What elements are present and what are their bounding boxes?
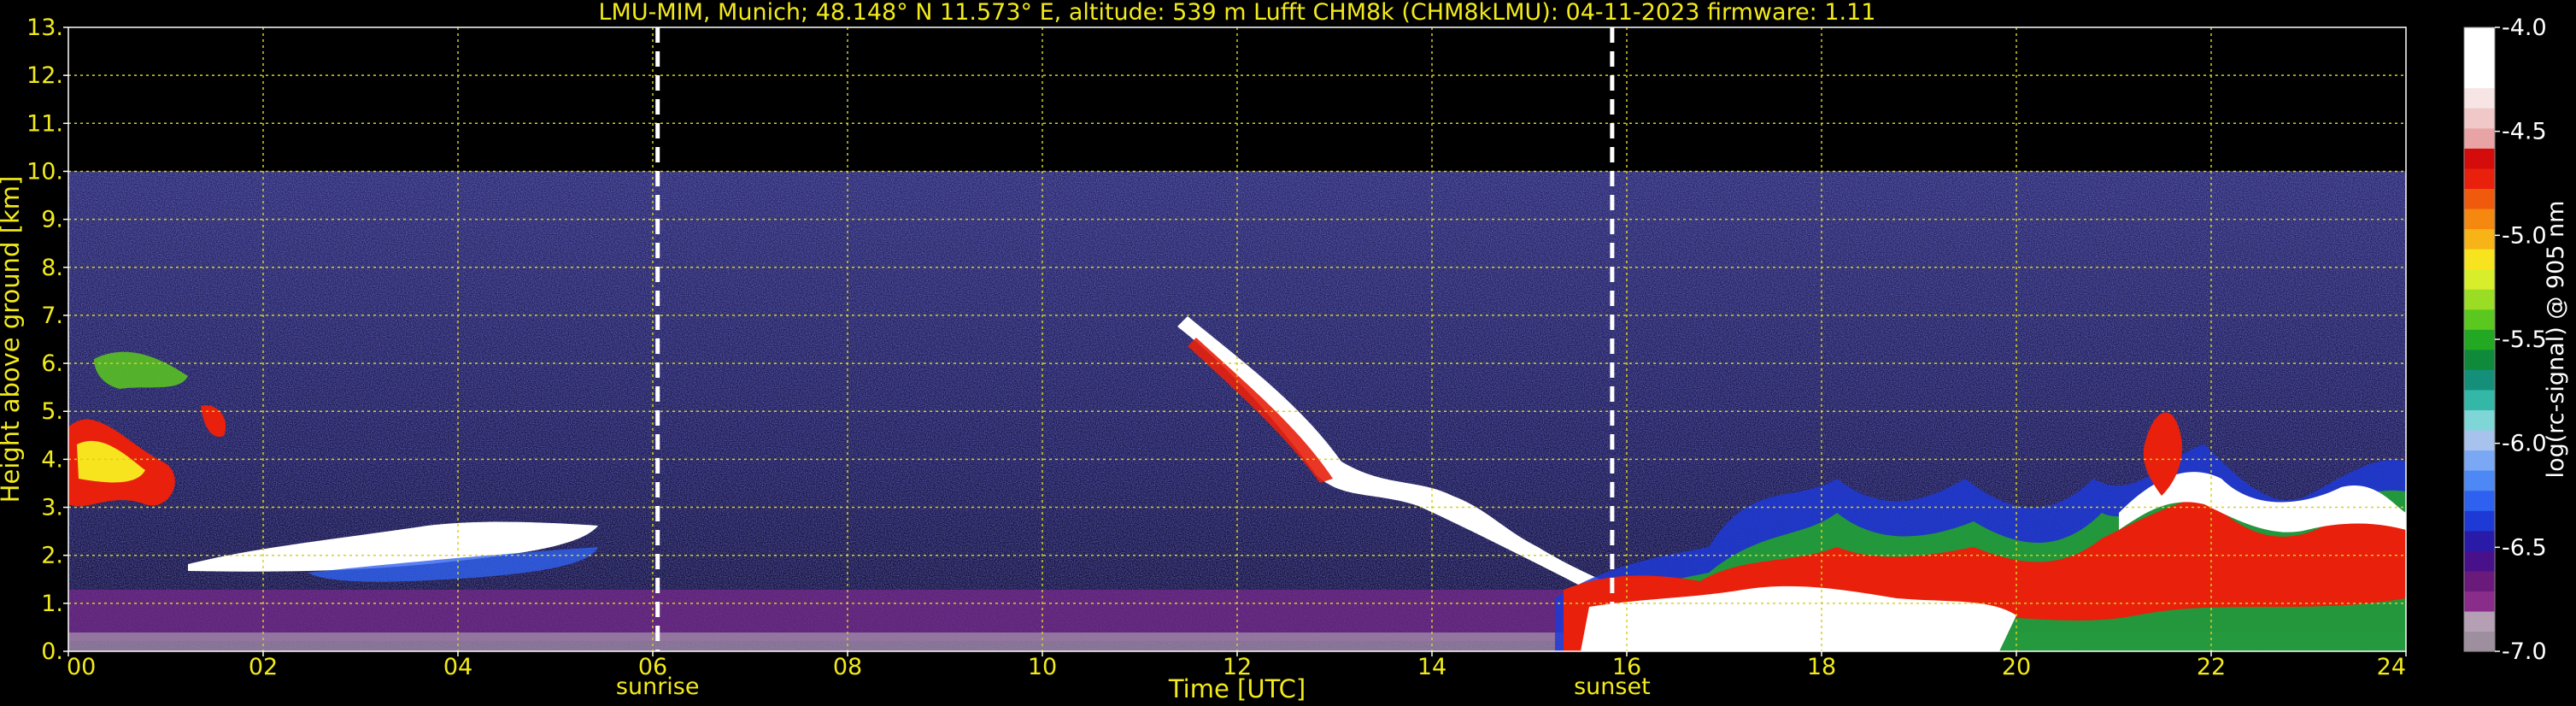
y-tick-label: 12. (26, 62, 63, 89)
colorbar-swatch (2464, 510, 2495, 532)
colorbar-swatch (2464, 87, 2495, 109)
colorbar-swatch (2464, 550, 2495, 572)
colorbar-swatch (2464, 329, 2495, 350)
chart-title: LMU-MIM, Munich; 48.148° N 11.573° E, al… (599, 0, 1876, 26)
x-tick-label: 08 (833, 654, 862, 680)
y-tick-label: 7. (41, 303, 63, 329)
y-tick-label: 5. (41, 398, 63, 425)
colorbar-swatch (2464, 127, 2495, 149)
colorbar-swatch (2464, 168, 2495, 189)
x-tick-label: 18 (1807, 654, 1836, 680)
colorbar-swatch (2464, 249, 2495, 270)
colorbar-label: log(rc-signal) @ 905 nm (2543, 201, 2569, 479)
y-tick-label: 10. (26, 158, 63, 185)
colorbar-swatch (2464, 591, 2495, 612)
colorbar-swatch (2464, 188, 2495, 209)
x-tick-label: 14 (1417, 654, 1446, 680)
colorbar-swatch (2464, 27, 2495, 49)
y-tick-label: 4. (41, 446, 63, 473)
colorbar-swatch (2464, 349, 2495, 370)
colorbar-swatch (2464, 289, 2495, 310)
colorbar-swatch (2464, 490, 2495, 511)
colorbar-tick-label: -5.0 (2502, 222, 2547, 249)
colorbar-swatch (2464, 268, 2495, 290)
colorbar-swatch (2464, 228, 2495, 250)
colorbar-tick-label: -6.0 (2502, 431, 2547, 457)
colorbar-swatch (2464, 389, 2495, 411)
colorbar-swatch (2464, 369, 2495, 391)
x-tick-label: 24 (2377, 654, 2406, 680)
x-tick-label: 04 (443, 654, 472, 680)
x-tick-label: 06 (638, 654, 667, 680)
y-tick-label: 3. (41, 495, 63, 521)
x-axis-label: Time [UTC] (1168, 674, 1306, 703)
y-axis-label: Height above ground [km] (0, 176, 25, 503)
colorbar-swatch (2464, 208, 2495, 230)
colorbar-swatch (2464, 530, 2495, 551)
colorbar-tick-label: -7.0 (2502, 638, 2547, 665)
y-axis: 0. 1. 2. 3. 4. 5. 6. 7. 8. 9. 10. 11. 12. 13. (26, 15, 68, 665)
y-tick-label: 9. (41, 207, 63, 233)
x-tick-label: 02 (249, 654, 278, 680)
colorbar-swatch (2464, 148, 2495, 169)
colorbar-swatch (2464, 47, 2495, 68)
y-tick-label: 13. (26, 15, 63, 41)
y-tick-label: 6. (41, 350, 63, 377)
ceilometer-chart: sunrise sunset 00 02 04 06 08 10 12 14 16 18 20 22 24… (0, 0, 2569, 703)
colorbar-swatch (2464, 450, 2495, 471)
colorbar-swatch (2464, 309, 2495, 330)
x-tick-label: 10 (1028, 654, 1057, 680)
colorbar-swatch (2464, 610, 2495, 632)
x-tick-label: 20 (2002, 654, 2031, 680)
colorbar-tick-label: -5.5 (2502, 327, 2547, 353)
y-tick-label: 2. (41, 543, 63, 569)
colorbar-swatch (2464, 108, 2495, 129)
colorbar-swatch (2464, 409, 2495, 431)
x-tick-label: 16 (1612, 654, 1641, 680)
x-tick-label: 00 (67, 654, 96, 680)
colorbar-tick-label: -4.0 (2502, 15, 2547, 41)
colorbar-swatch (2464, 570, 2495, 591)
y-tick-label: 1. (41, 591, 63, 617)
colorbar-swatch (2464, 631, 2495, 652)
colorbar-swatch (2464, 68, 2495, 89)
x-tick-label: 22 (2197, 654, 2226, 680)
colorbar-tick-label: -6.5 (2502, 534, 2547, 561)
colorbar: -4.0 -4.5 -5.0 -5.5 -6.0 -6.5 -7.0 (2463, 15, 2547, 665)
colorbar-tick-label: -4.5 (2502, 119, 2547, 145)
y-tick-label: 8. (41, 255, 63, 281)
colorbar-swatch (2464, 429, 2495, 451)
y-tick-label: 0. (41, 638, 63, 665)
y-tick-label: 11. (26, 110, 63, 137)
colorbar-swatch (2464, 470, 2495, 491)
